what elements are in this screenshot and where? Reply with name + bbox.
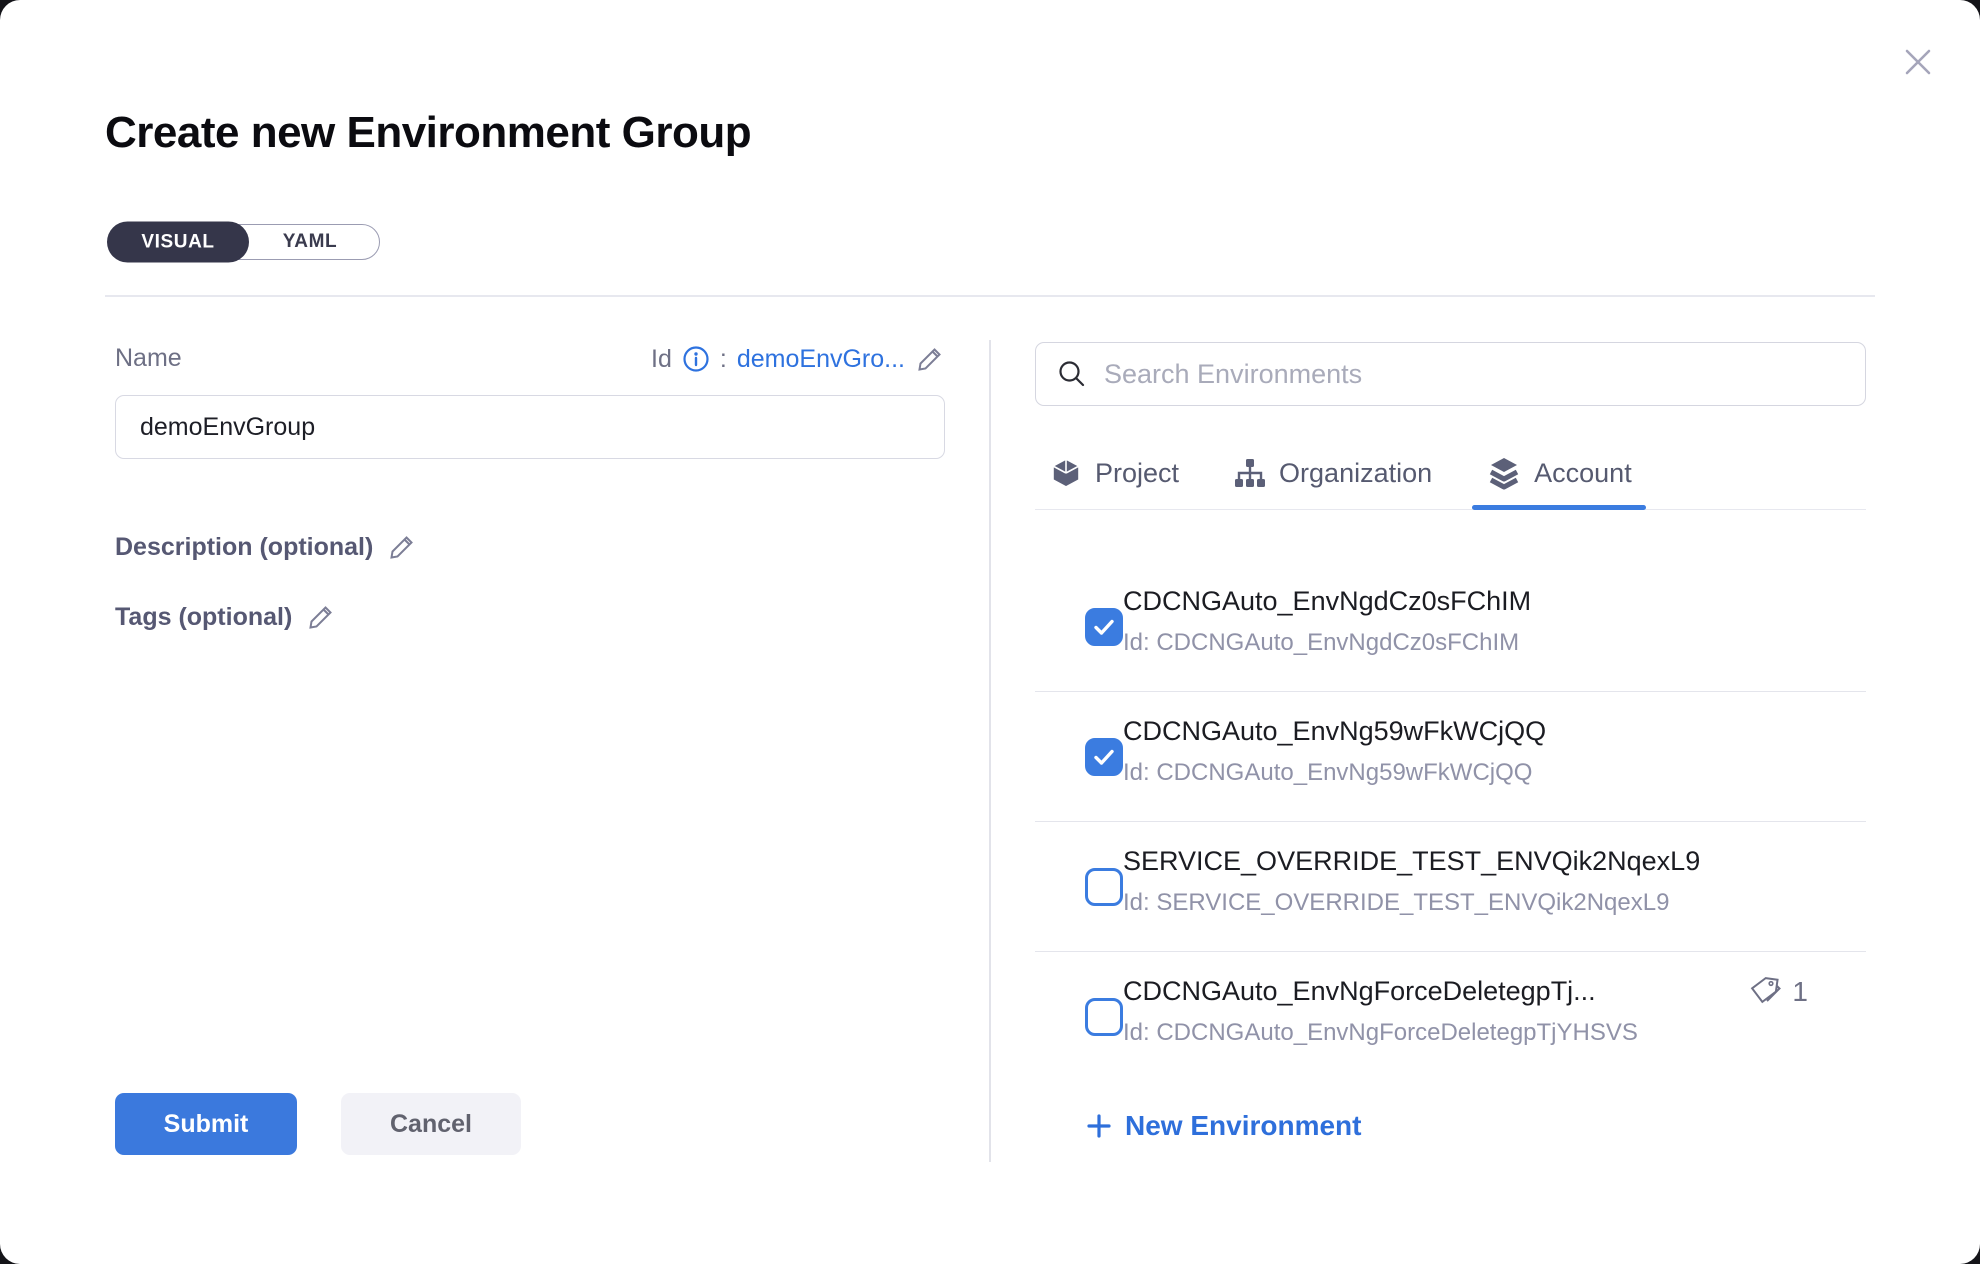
environment-name: CDCNGAuto_EnvNg59wFkWCjQQ <box>1123 716 1736 747</box>
submit-button[interactable]: Submit <box>115 1093 297 1155</box>
close-icon <box>1899 43 1937 81</box>
cube-icon <box>1049 456 1083 490</box>
environment-checkbox[interactable] <box>1085 868 1123 906</box>
environment-id: Id: CDCNGAuto_EnvNg59wFkWCjQQ <box>1123 759 1736 787</box>
id-row: Id : demoEnvGro... <box>115 344 945 374</box>
name-input[interactable] <box>115 395 945 459</box>
environment-name: SERVICE_OVERRIDE_TEST_ENVQik2NqexL9 <box>1123 846 1736 877</box>
tags-row: Tags (optional) <box>115 602 336 632</box>
cancel-button[interactable]: Cancel <box>341 1093 521 1155</box>
tab-organization-label: Organization <box>1279 458 1432 489</box>
environment-checkbox[interactable] <box>1085 738 1123 776</box>
check-icon <box>1091 614 1117 640</box>
close-button[interactable] <box>1896 40 1940 84</box>
tag-count-badge: 1 <box>1748 974 1808 1010</box>
page-title: Create new Environment Group <box>105 108 751 158</box>
environment-id: Id: SERVICE_OVERRIDE_TEST_ENVQik2NqexL9 <box>1123 889 1736 917</box>
edit-id-pencil-icon[interactable] <box>915 344 945 374</box>
create-environment-group-dialog: Create new Environment Group VISUAL YAML… <box>0 0 1980 1264</box>
org-chart-icon <box>1233 456 1267 490</box>
edit-tags-pencil-icon[interactable] <box>306 602 336 632</box>
environment-id: Id: CDCNGAuto_EnvNgForceDeletegpTjYHSVS <box>1123 1019 1736 1047</box>
id-value-link[interactable]: demoEnvGro... <box>737 345 905 374</box>
environment-checkbox[interactable] <box>1085 608 1123 646</box>
tag-icon <box>1748 974 1784 1010</box>
tag-count: 1 <box>1792 976 1808 1008</box>
environment-checkbox[interactable] <box>1085 998 1123 1036</box>
toggle-yaml[interactable]: YAML <box>241 224 379 260</box>
description-label: Description (optional) <box>115 533 373 562</box>
header-divider <box>105 295 1875 297</box>
tags-label: Tags (optional) <box>115 603 292 632</box>
tab-account-label: Account <box>1534 458 1632 489</box>
visual-yaml-toggle: VISUAL YAML <box>108 224 380 260</box>
environment-name: CDCNGAuto_EnvNgForceDeletegpTj... <box>1123 976 1736 1007</box>
toggle-visual[interactable]: VISUAL <box>107 222 249 263</box>
environment-name: CDCNGAuto_EnvNgdCz0sFChIM <box>1123 586 1736 617</box>
layers-icon <box>1486 455 1522 491</box>
edit-description-pencil-icon[interactable] <box>387 532 417 562</box>
panel-divider <box>989 340 991 1162</box>
scope-tabs: Project Organization Account <box>1035 440 1866 510</box>
search-box <box>1035 342 1866 406</box>
description-row: Description (optional) <box>115 532 417 562</box>
environment-row[interactable]: SERVICE_OVERRIDE_TEST_ENVQik2NqexL9 Id: … <box>1035 822 1866 952</box>
environment-row[interactable]: CDCNGAuto_EnvNgForceDeletegpTj... Id: CD… <box>1035 952 1866 1047</box>
tab-project-label: Project <box>1095 458 1179 489</box>
id-colon: : <box>720 345 727 374</box>
search-input[interactable] <box>1104 359 1845 390</box>
environment-list: CDCNGAuto_EnvNgdCz0sFChIM Id: CDCNGAuto_… <box>1035 510 1866 1047</box>
search-icon <box>1056 358 1088 390</box>
environment-row[interactable]: CDCNGAuto_EnvNg59wFkWCjQQ Id: CDCNGAuto_… <box>1035 692 1866 822</box>
plus-icon <box>1085 1112 1113 1140</box>
new-environment-button[interactable]: New Environment <box>1085 1110 1361 1142</box>
new-environment-label: New Environment <box>1125 1110 1361 1142</box>
info-icon[interactable] <box>682 345 710 373</box>
tab-project[interactable]: Project <box>1035 440 1193 506</box>
environment-row[interactable]: CDCNGAuto_EnvNgdCz0sFChIM Id: CDCNGAuto_… <box>1035 562 1866 692</box>
check-icon <box>1091 744 1117 770</box>
tab-account[interactable]: Account <box>1472 440 1646 506</box>
environment-selector-panel: Project Organization Account <box>1035 342 1866 406</box>
environment-id: Id: CDCNGAuto_EnvNgdCz0sFChIM <box>1123 629 1736 657</box>
id-label: Id <box>651 345 672 374</box>
tab-organization[interactable]: Organization <box>1219 440 1446 506</box>
